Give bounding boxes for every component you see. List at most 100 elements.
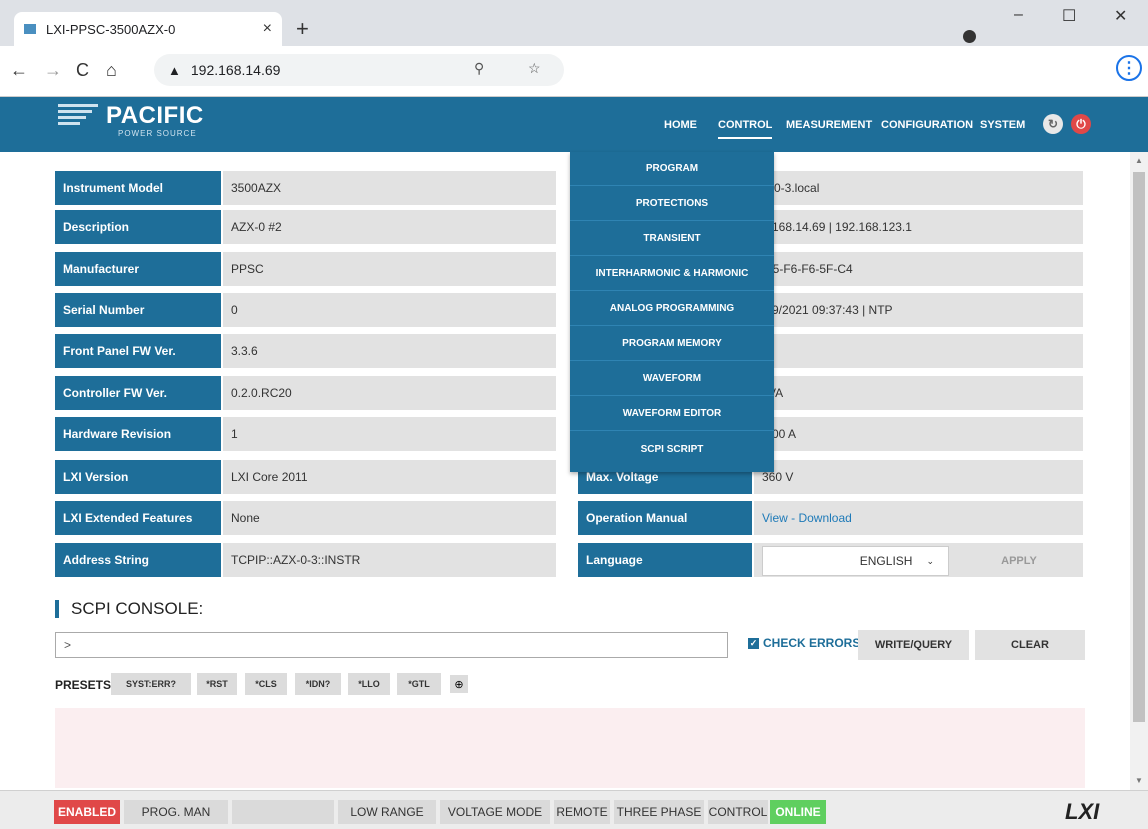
logo-mark-icon — [58, 102, 98, 125]
reload-button[interactable]: C — [76, 60, 89, 81]
menu-item-waveform[interactable]: WAVEFORM — [570, 362, 774, 396]
preset-idn[interactable]: *IDN? — [295, 673, 341, 695]
nav-configuration[interactable]: CONFIGURATION — [881, 119, 973, 131]
prompt-icon: > — [64, 638, 72, 652]
zoom-icon[interactable]: ⚲ — [474, 60, 484, 77]
status-control: CONTROL — [708, 800, 768, 824]
bookmark-star-icon[interactable]: ☆ — [528, 60, 541, 77]
label-address-string: Address String — [55, 543, 221, 577]
scpi-console-title: SCPI CONSOLE: — [55, 600, 203, 618]
value-serial-number: 0 — [223, 293, 556, 327]
pacific-logo[interactable]: PACIFIC POWER SOURCE — [58, 102, 203, 138]
label-front-panel-fw: Front Panel FW Ver. — [55, 334, 221, 368]
url-text: 192.168.14.69 — [190, 62, 281, 78]
preset-llo[interactable]: *LLO — [348, 673, 390, 695]
preset-cls[interactable]: *CLS — [245, 673, 287, 695]
label-controller-fw: Controller FW Ver. — [55, 376, 221, 410]
menu-item-protections[interactable]: PROTECTIONS — [570, 187, 774, 221]
label-manufacturer: Manufacturer — [55, 252, 221, 286]
refresh-icon[interactable]: ↻ — [1043, 114, 1063, 134]
label-operation-manual: Operation Manual — [578, 501, 752, 535]
value-address-string: TCPIP::AZX-0-3::INSTR — [223, 543, 556, 577]
value-front-panel-fw: 3.3.6 — [223, 334, 556, 368]
menu-item-transient[interactable]: TRANSIENT — [570, 222, 774, 256]
minimize-button[interactable]: – — [1014, 6, 1023, 24]
menu-item-scpi-script[interactable]: SCPI SCRIPT — [570, 432, 774, 466]
apply-button[interactable]: APPLY — [958, 546, 1080, 576]
profile-icon[interactable] — [963, 30, 976, 43]
close-window-button[interactable]: ✕ — [1114, 6, 1127, 26]
value-power-rating: kVA — [754, 376, 1083, 410]
browser-menu-icon[interactable]: ⋮ — [1116, 55, 1142, 81]
address-bar[interactable]: ▲ 192.168.14.69 — [154, 54, 564, 86]
status-bar: ENABLED PROG. MAN LOW RANGE VOLTAGE MODE… — [0, 790, 1148, 829]
not-secure-icon[interactable]: ▲ — [168, 63, 181, 78]
value-hardware-revision: 1 — [223, 417, 556, 451]
language-selected: ENGLISH — [859, 554, 913, 568]
nav-measurement[interactable]: MEASUREMENT — [786, 119, 872, 131]
forward-button[interactable]: → — [44, 60, 62, 81]
status-three-phase: THREE PHASE — [614, 800, 704, 824]
menu-item-analog-programming[interactable]: ANALOG PROGRAMMING — [570, 292, 774, 326]
value-description: AZX-0 #2 — [223, 210, 556, 244]
browser-tab[interactable]: LXI-PPSC-3500AZX-0 × — [14, 12, 282, 46]
scroll-down-icon[interactable]: ▼ — [1135, 776, 1143, 785]
label-description: Description — [55, 210, 221, 244]
value-instrument-model: 3500AZX — [223, 171, 556, 205]
menu-item-interharmonic[interactable]: INTERHARMONIC & HARMONIC — [570, 257, 774, 291]
preset-gtl[interactable]: *GTL — [397, 673, 441, 695]
value-controller-fw: 0.2.0.RC20 — [223, 376, 556, 410]
write-query-button[interactable]: WRITE/QUERY — [858, 630, 969, 660]
operation-manual-link[interactable]: View - Download — [754, 501, 1083, 535]
app-header: PACIFIC POWER SOURCE HOME CONTROL MEASUR… — [0, 97, 1148, 152]
home-icon[interactable]: ⌂ — [106, 60, 117, 81]
status-empty — [232, 800, 334, 824]
value-lxi-extended: None — [223, 501, 556, 535]
value-max-current: 0.00 A — [754, 417, 1083, 451]
value-lxi-version: LXI Core 2011 — [223, 460, 556, 494]
nav-system[interactable]: SYSTEM — [980, 119, 1025, 131]
scrollbar-thumb[interactable] — [1133, 172, 1145, 722]
nav-home[interactable]: HOME — [664, 119, 697, 131]
status-voltage-mode: VOLTAGE MODE — [440, 800, 550, 824]
label-serial-number: Serial Number — [55, 293, 221, 327]
brand-name: PACIFIC — [106, 102, 204, 129]
nav-control[interactable]: CONTROL — [718, 119, 773, 139]
checkbox-checked-icon[interactable]: ✓ — [748, 637, 759, 649]
status-remote: REMOTE — [554, 800, 610, 824]
value-mac-address: -15-F6-F6-5F-C4 — [754, 252, 1083, 286]
power-icon[interactable]: ⏻ — [1071, 114, 1091, 134]
tab-title: LXI-PPSC-3500AZX-0 — [46, 21, 176, 37]
menu-item-program-memory[interactable]: PROGRAM MEMORY — [570, 327, 774, 361]
value-manufacturer: PPSC — [223, 252, 556, 286]
menu-item-waveform-editor[interactable]: WAVEFORM EDITOR — [570, 397, 774, 431]
value-right-4 — [754, 334, 1083, 368]
browser-toolbar: ← → C ⌂ ▲ 192.168.14.69 ⚲ ☆ ⋮ — [0, 46, 1148, 97]
value-hostname: X-0-3.local — [754, 171, 1083, 205]
preset-rst[interactable]: *RST — [197, 673, 237, 695]
control-dropdown-menu: PROGRAM PROTECTIONS TRANSIENT INTERHARMO… — [570, 152, 774, 472]
scroll-up-icon[interactable]: ▲ — [1135, 156, 1143, 165]
add-preset-icon[interactable]: ⊕ — [450, 675, 468, 693]
label-lxi-extended: LXI Extended Features — [55, 501, 221, 535]
close-tab-icon[interactable]: × — [263, 20, 272, 38]
new-tab-button[interactable]: + — [296, 16, 309, 42]
value-max-voltage: 360 V — [754, 460, 1083, 494]
language-select[interactable]: ENGLISH ⌄ — [762, 546, 949, 576]
page-scrollbar[interactable]: ▲ ▼ — [1130, 152, 1148, 790]
value-ip-address: 2.168.14.69 | 192.168.123.1 — [754, 210, 1083, 244]
value-date-time: /09/2021 09:37:43 | NTP — [754, 293, 1083, 327]
check-errors-checkbox[interactable]: ✓ CHECK ERRORS — [748, 636, 860, 650]
check-errors-label: CHECK ERRORS — [763, 636, 861, 650]
label-lxi-version: LXI Version — [55, 460, 221, 494]
status-online: ONLINE — [770, 800, 826, 824]
scpi-command-input[interactable]: > — [55, 632, 728, 658]
clear-button[interactable]: CLEAR — [975, 630, 1085, 660]
menu-item-program[interactable]: PROGRAM — [570, 152, 774, 186]
status-prog-man: PROG. MAN — [124, 800, 228, 824]
maximize-button[interactable]: ☐ — [1062, 6, 1076, 26]
preset-syst-err[interactable]: SYST:ERR? — [111, 673, 191, 695]
back-button[interactable]: ← — [10, 60, 28, 81]
brand-subtitle: POWER SOURCE — [118, 129, 197, 138]
label-language: Language — [578, 543, 752, 577]
